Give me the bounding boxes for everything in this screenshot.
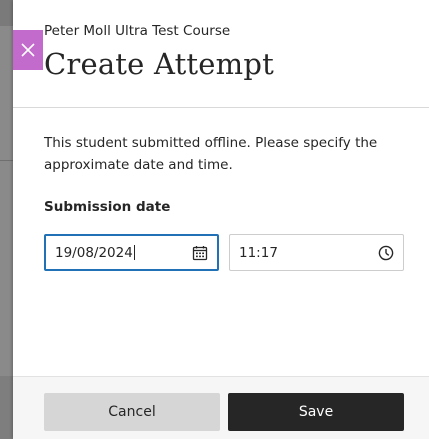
save-button[interactable]: Save	[228, 393, 404, 431]
calendar-picker-button[interactable]	[191, 244, 209, 262]
date-input-value[interactable]: 19/08/2024	[46, 245, 191, 261]
text-caret	[133, 245, 135, 260]
panel-header: Peter Moll Ultra Test Course Create Atte…	[13, 0, 429, 108]
close-panel-button[interactable]	[13, 30, 43, 70]
background-page-divider	[0, 160, 13, 161]
instructions-text: This student submitted offline. Please s…	[44, 135, 378, 173]
create-attempt-panel: Peter Moll Ultra Test Course Create Atte…	[13, 0, 429, 439]
calendar-icon	[192, 245, 208, 260]
close-icon	[21, 43, 35, 57]
time-picker-button[interactable]	[377, 244, 395, 262]
cancel-button[interactable]: Cancel	[44, 393, 220, 431]
page-title: Create Attempt	[44, 47, 274, 81]
create-attempt-dialog-frame: Peter Moll Ultra Test Course Create Atte…	[0, 0, 429, 439]
submission-date-field[interactable]: 19/08/2024	[44, 234, 219, 271]
background-page-overlay	[0, 0, 13, 439]
course-name: Peter Moll Ultra Test Course	[44, 23, 231, 39]
time-input-value[interactable]: 11:17	[230, 245, 377, 261]
background-page-fragment	[0, 0, 13, 26]
background-page-fragment	[0, 376, 13, 439]
panel-footer: Cancel Save	[13, 376, 429, 439]
submission-time-field[interactable]: 11:17	[229, 234, 404, 271]
submission-date-label: Submission date	[44, 199, 171, 215]
clock-icon	[378, 245, 394, 260]
